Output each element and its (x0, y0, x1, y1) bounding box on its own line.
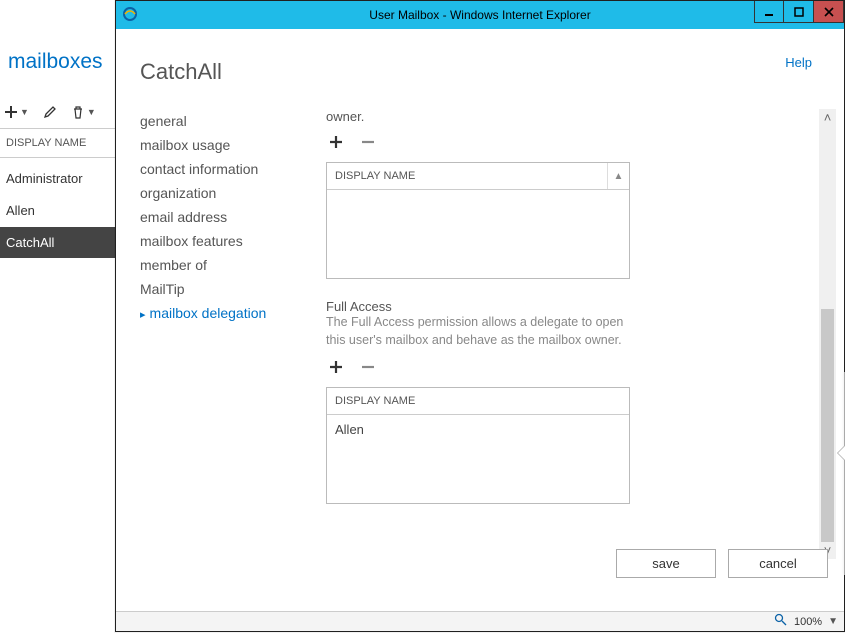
fullaccess-desc: The Full Access permission allows a dele… (326, 314, 630, 349)
nav-email-address[interactable]: email address (140, 205, 310, 229)
fullaccess-column-header[interactable]: DISPLAY NAME (327, 388, 629, 414)
owner-label: owner. (326, 109, 836, 124)
sort-indicator-icon[interactable]: ▲ (607, 163, 629, 189)
minimize-button[interactable] (754, 1, 784, 23)
fullaccess-list[interactable]: DISPLAY NAME Allen (326, 387, 630, 504)
parent-title: mailboxes g (8, 50, 132, 74)
fullaccess-title: Full Access (326, 299, 836, 314)
delegation-pane: owner. DISPLAY NAME ▲ Full Access The Fu… (326, 109, 836, 559)
owner-rows (327, 190, 629, 278)
mailboxes-heading[interactable]: mailboxes (8, 50, 103, 73)
list-item[interactable]: Allen (327, 415, 629, 444)
maximize-button[interactable] (784, 1, 814, 23)
mailbox-row-selected[interactable]: CatchAll (0, 227, 115, 258)
nav-mailbox-delegation[interactable]: mailbox delegation (140, 301, 310, 325)
nav-member-of[interactable]: member of (140, 253, 310, 277)
fullaccess-add-button[interactable] (326, 357, 346, 377)
page-title: CatchAll (140, 59, 836, 85)
dialog-body: Help CatchAll general mailbox usage cont… (116, 29, 844, 631)
owner-column-header[interactable]: DISPLAY NAME (327, 163, 607, 189)
nav-general[interactable]: general (140, 109, 310, 133)
owner-add-button[interactable] (326, 132, 346, 152)
new-button[interactable]: ▼ (4, 105, 29, 119)
delete-button[interactable]: ▼ (71, 105, 96, 119)
chevron-down-icon: ▼ (20, 107, 29, 117)
scroll-up-icon[interactable]: ˄ (819, 109, 836, 126)
ie-icon (122, 6, 138, 25)
nav-mailtip[interactable]: MailTip (140, 277, 310, 301)
parent-column-header[interactable]: DISPLAY NAME (0, 128, 115, 158)
mailbox-row[interactable]: Administrator (0, 163, 115, 194)
dialog-window: User Mailbox - Windows Internet Explorer… (115, 0, 845, 632)
nav-mailbox-features[interactable]: mailbox features (140, 229, 310, 253)
edit-button[interactable] (43, 105, 57, 119)
parent-toolbar: ▼ ▼ (4, 105, 96, 119)
titlebar[interactable]: User Mailbox - Windows Internet Explorer (116, 1, 844, 29)
cancel-button[interactable]: cancel (728, 549, 828, 578)
side-nav: general mailbox usage contact informatio… (140, 109, 310, 325)
save-button[interactable]: save (616, 549, 716, 578)
window-buttons (754, 1, 844, 24)
pane-scrollbar[interactable]: ˄ ˅ (819, 109, 836, 559)
help-link[interactable]: Help (785, 55, 812, 70)
owner-addremove (326, 132, 836, 152)
mailbox-row[interactable]: Allen (0, 195, 115, 226)
owner-list[interactable]: DISPLAY NAME ▲ (326, 162, 630, 279)
nav-organization[interactable]: organization (140, 181, 310, 205)
nav-mailbox-usage[interactable]: mailbox usage (140, 133, 310, 157)
zoom-icon[interactable] (774, 613, 788, 630)
chevron-down-icon: ▼ (87, 107, 96, 117)
dialog-footer: save cancel (134, 543, 828, 583)
fullaccess-addremove (326, 357, 836, 377)
fullaccess-remove-button[interactable] (358, 357, 378, 377)
ie-statusbar: 100% ▼ (116, 611, 844, 631)
scroll-thumb[interactable] (821, 309, 834, 549)
zoom-level[interactable]: 100% (794, 616, 822, 628)
close-button[interactable] (814, 1, 844, 23)
owner-remove-button[interactable] (358, 132, 378, 152)
fullaccess-rows: Allen (327, 415, 629, 503)
window-title: User Mailbox - Windows Internet Explorer (116, 8, 844, 22)
nav-contact-information[interactable]: contact information (140, 157, 310, 181)
chevron-down-icon[interactable]: ▼ (828, 616, 838, 627)
content-area: general mailbox usage contact informatio… (140, 109, 836, 559)
